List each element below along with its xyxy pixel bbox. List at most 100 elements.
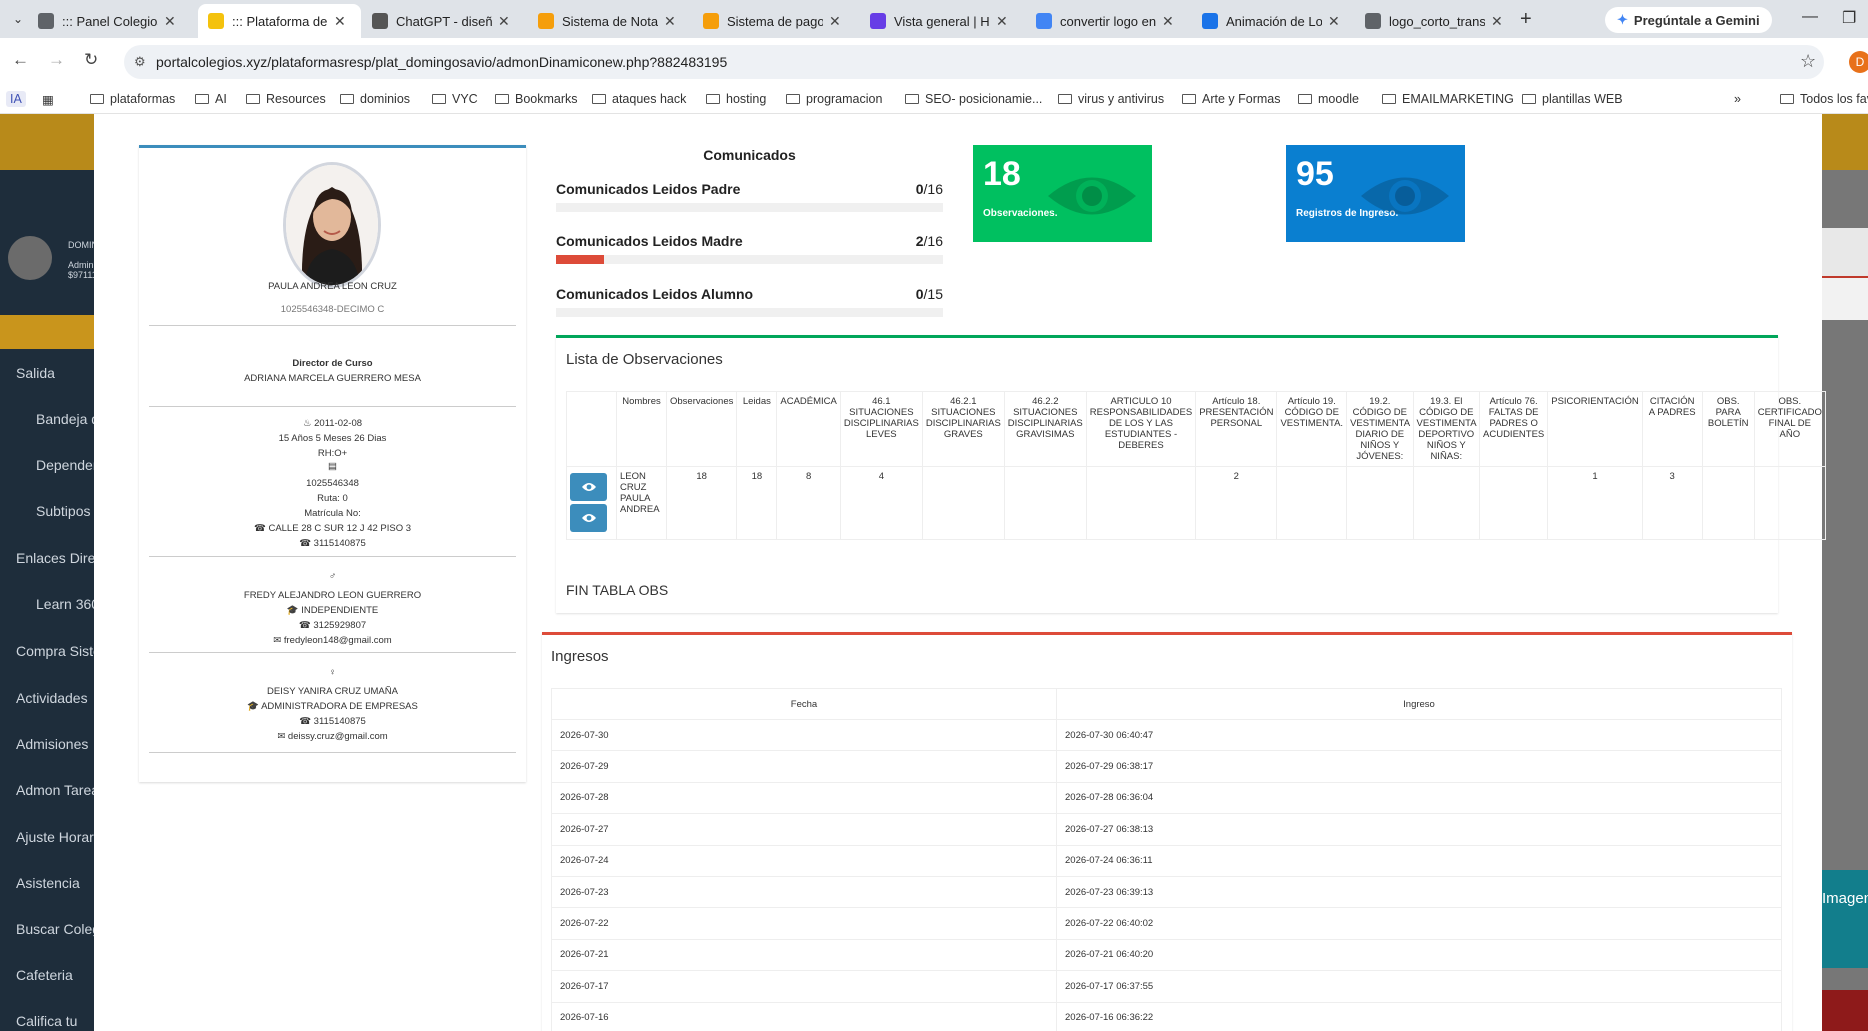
all-bookmarks-label: Todos los favoritos: [1800, 92, 1868, 106]
column-header-ingreso[interactable]: Ingreso: [1056, 688, 1782, 720]
browser-tab[interactable]: ::: Plataforma de Colegios ✕: [198, 4, 361, 38]
father-phone-line: ☎ 3125929807: [139, 620, 526, 631]
sidebar-item[interactable]: Califica tu: [16, 1013, 94, 1029]
tab-favicon-icon: [870, 13, 886, 29]
url-text[interactable]: portalcolegios.xyz/plataformasresp/plat_…: [156, 54, 727, 70]
close-icon[interactable]: ✕: [498, 13, 510, 30]
all-bookmarks[interactable]: Todos los favoritos: [1780, 92, 1868, 106]
bookmark-item[interactable]: Bookmarks: [495, 92, 578, 106]
back-icon[interactable]: ←: [12, 50, 29, 70]
bookmark-item[interactable]: plantillas WEB: [1522, 92, 1623, 106]
sidebar-item[interactable]: Cafeteria: [16, 967, 94, 983]
browser-tab[interactable]: ::: Panel Colegios ✕: [28, 4, 191, 38]
ia-bookmark[interactable]: IA: [6, 91, 26, 107]
table-cell: [1003, 466, 1087, 540]
bookmark-item[interactable]: virus y antivirus: [1058, 92, 1164, 106]
cake-icon: ♨: [302, 418, 315, 429]
bookmark-item[interactable]: Resources: [246, 92, 326, 106]
sidebar-item[interactable]: Salida: [16, 365, 94, 381]
bookmark-item[interactable]: Arte y Formas: [1182, 92, 1281, 106]
column-header: OBS. CERTIFICADO FINAL DE AÑO: [1753, 391, 1826, 467]
sidebar-item[interactable]: Admon Tareas: [16, 782, 94, 798]
bookmark-item[interactable]: plataformas: [90, 92, 175, 106]
tab-favicon-icon: [372, 13, 388, 29]
forward-icon[interactable]: →: [48, 50, 65, 70]
sidebar-item[interactable]: Dependencias: [36, 457, 94, 473]
gemini-icon: ✦: [1617, 12, 1628, 27]
bookmark-star-icon[interactable]: ☆: [1800, 51, 1816, 72]
father-email-line: ✉ fredyleon148@gmail.com: [139, 635, 526, 646]
fecha-cell: 2026-07-17: [551, 970, 1057, 1003]
close-icon[interactable]: ✕: [164, 13, 176, 30]
sidebar-item[interactable]: Buscar Colegio: [16, 921, 94, 937]
profile-avatar[interactable]: D: [1849, 51, 1868, 73]
comunicado-progress-bar: [556, 308, 943, 317]
bookmark-item[interactable]: hosting: [706, 92, 766, 106]
tab-favicon-icon: [1036, 13, 1052, 29]
bookmark-item[interactable]: ataques hack: [592, 92, 686, 106]
reload-icon[interactable]: ↻: [84, 50, 98, 70]
close-icon[interactable]: ✕: [1491, 13, 1503, 30]
restore-icon[interactable]: ❐: [1842, 8, 1856, 28]
sidebar-item[interactable]: Bandeja de entrada: [36, 411, 94, 427]
table-row: 2026-07-24 2026-07-24 06:36:11: [551, 844, 1782, 877]
sidebar-item[interactable]: Asistencia: [16, 875, 94, 891]
comunicado-read: 2: [915, 233, 924, 249]
close-icon[interactable]: ✕: [996, 13, 1008, 30]
close-icon[interactable]: ✕: [1328, 13, 1340, 30]
sidebar-item[interactable]: Actividades: [16, 690, 94, 706]
sidebar-item[interactable]: Subtipos: [36, 503, 94, 519]
browser-tab[interactable]: Sistema de pagos ✕: [693, 4, 856, 38]
bookmark-item[interactable]: programacion: [786, 92, 882, 106]
fecha-cell: 2026-07-27: [551, 813, 1057, 846]
browser-tab[interactable]: Sistema de Notas ✕: [528, 4, 691, 38]
close-icon[interactable]: ✕: [334, 13, 346, 30]
mother-name: DEISY YANIRA CRUZ UMAÑA: [267, 686, 398, 697]
sidebar-item[interactable]: Learn 360: [36, 596, 94, 612]
bookmark-item[interactable]: VYC: [432, 92, 478, 106]
sidebar-item[interactable]: Admisiones: [16, 736, 94, 752]
tab-search-icon[interactable]: ⌄: [8, 9, 28, 29]
bookmark-item[interactable]: SEO- posicionamie...: [905, 92, 1042, 106]
new-tab-icon[interactable]: +: [1520, 8, 1532, 31]
eye-icon: [1361, 177, 1449, 215]
browser-tab[interactable]: logo_corto_transparente ✕: [1355, 4, 1518, 38]
column-header-fecha[interactable]: Fecha: [551, 688, 1057, 720]
sidebar-item[interactable]: Enlaces Directos: [16, 550, 94, 566]
sidebar-item[interactable]: Ajuste Horario: [16, 829, 94, 845]
comunicado-count: 0/16: [880, 181, 943, 197]
minimize-icon[interactable]: —: [1802, 8, 1818, 26]
tab-title: Animación de Logo: [1226, 13, 1322, 29]
app-right-header: [1822, 114, 1868, 170]
column-header: OBS. PARA BOLETÍN: [1701, 391, 1755, 467]
male-icon: ♂: [328, 571, 337, 582]
browser-tab[interactable]: convertir logo en ✕: [1026, 4, 1189, 38]
tab-title: ::: Plataforma de Colegios: [232, 13, 328, 29]
mother-job: ADMINISTRADORA DE EMPRESAS: [261, 701, 418, 712]
bookmark-item[interactable]: AI: [195, 92, 227, 106]
view-observation-button[interactable]: [570, 473, 607, 501]
apps-grid-icon[interactable]: ▦: [42, 92, 54, 107]
close-icon[interactable]: ✕: [1162, 13, 1174, 30]
sidebar-item[interactable]: Compra Sistema: [16, 643, 94, 659]
tab-favicon-icon: [538, 13, 554, 29]
ingreso-cell: 2026-07-16 06:36:22: [1056, 1001, 1782, 1031]
tab-title: ::: Panel Colegios: [62, 13, 158, 29]
close-icon[interactable]: ✕: [829, 13, 841, 30]
column-header: Artículo 19. CÓDIGO DE VESTIMENTA.: [1276, 391, 1348, 467]
browser-tab[interactable]: ChatGPT - diseño ✕: [362, 4, 525, 38]
bookmark-item[interactable]: dominios: [340, 92, 410, 106]
observaciones-stat-box[interactable]: 18 Observaciones.: [973, 145, 1152, 242]
bookmark-item[interactable]: moodle: [1298, 92, 1359, 106]
browser-tab[interactable]: Animación de Logo ✕: [1192, 4, 1355, 38]
browser-tab[interactable]: Vista general | Hostinger ✕: [860, 4, 1023, 38]
eye-icon: [581, 483, 596, 491]
site-info-icon[interactable]: ⚙: [134, 54, 146, 70]
close-icon[interactable]: ✕: [664, 13, 676, 30]
gemini-button[interactable]: ✦ Pregúntale a Gemini: [1605, 7, 1772, 33]
bookmark-item[interactable]: EMAILMARKETING: [1382, 92, 1514, 106]
view-observation-button[interactable]: [570, 504, 607, 532]
more-bookmarks-icon[interactable]: »: [1734, 92, 1741, 106]
ingresos-stat-box[interactable]: 95 Registros de Ingreso.: [1286, 145, 1465, 242]
column-header: 19.3. El CÓDIGO DE VESTIMENTA DEPORTIVO …: [1412, 391, 1481, 467]
